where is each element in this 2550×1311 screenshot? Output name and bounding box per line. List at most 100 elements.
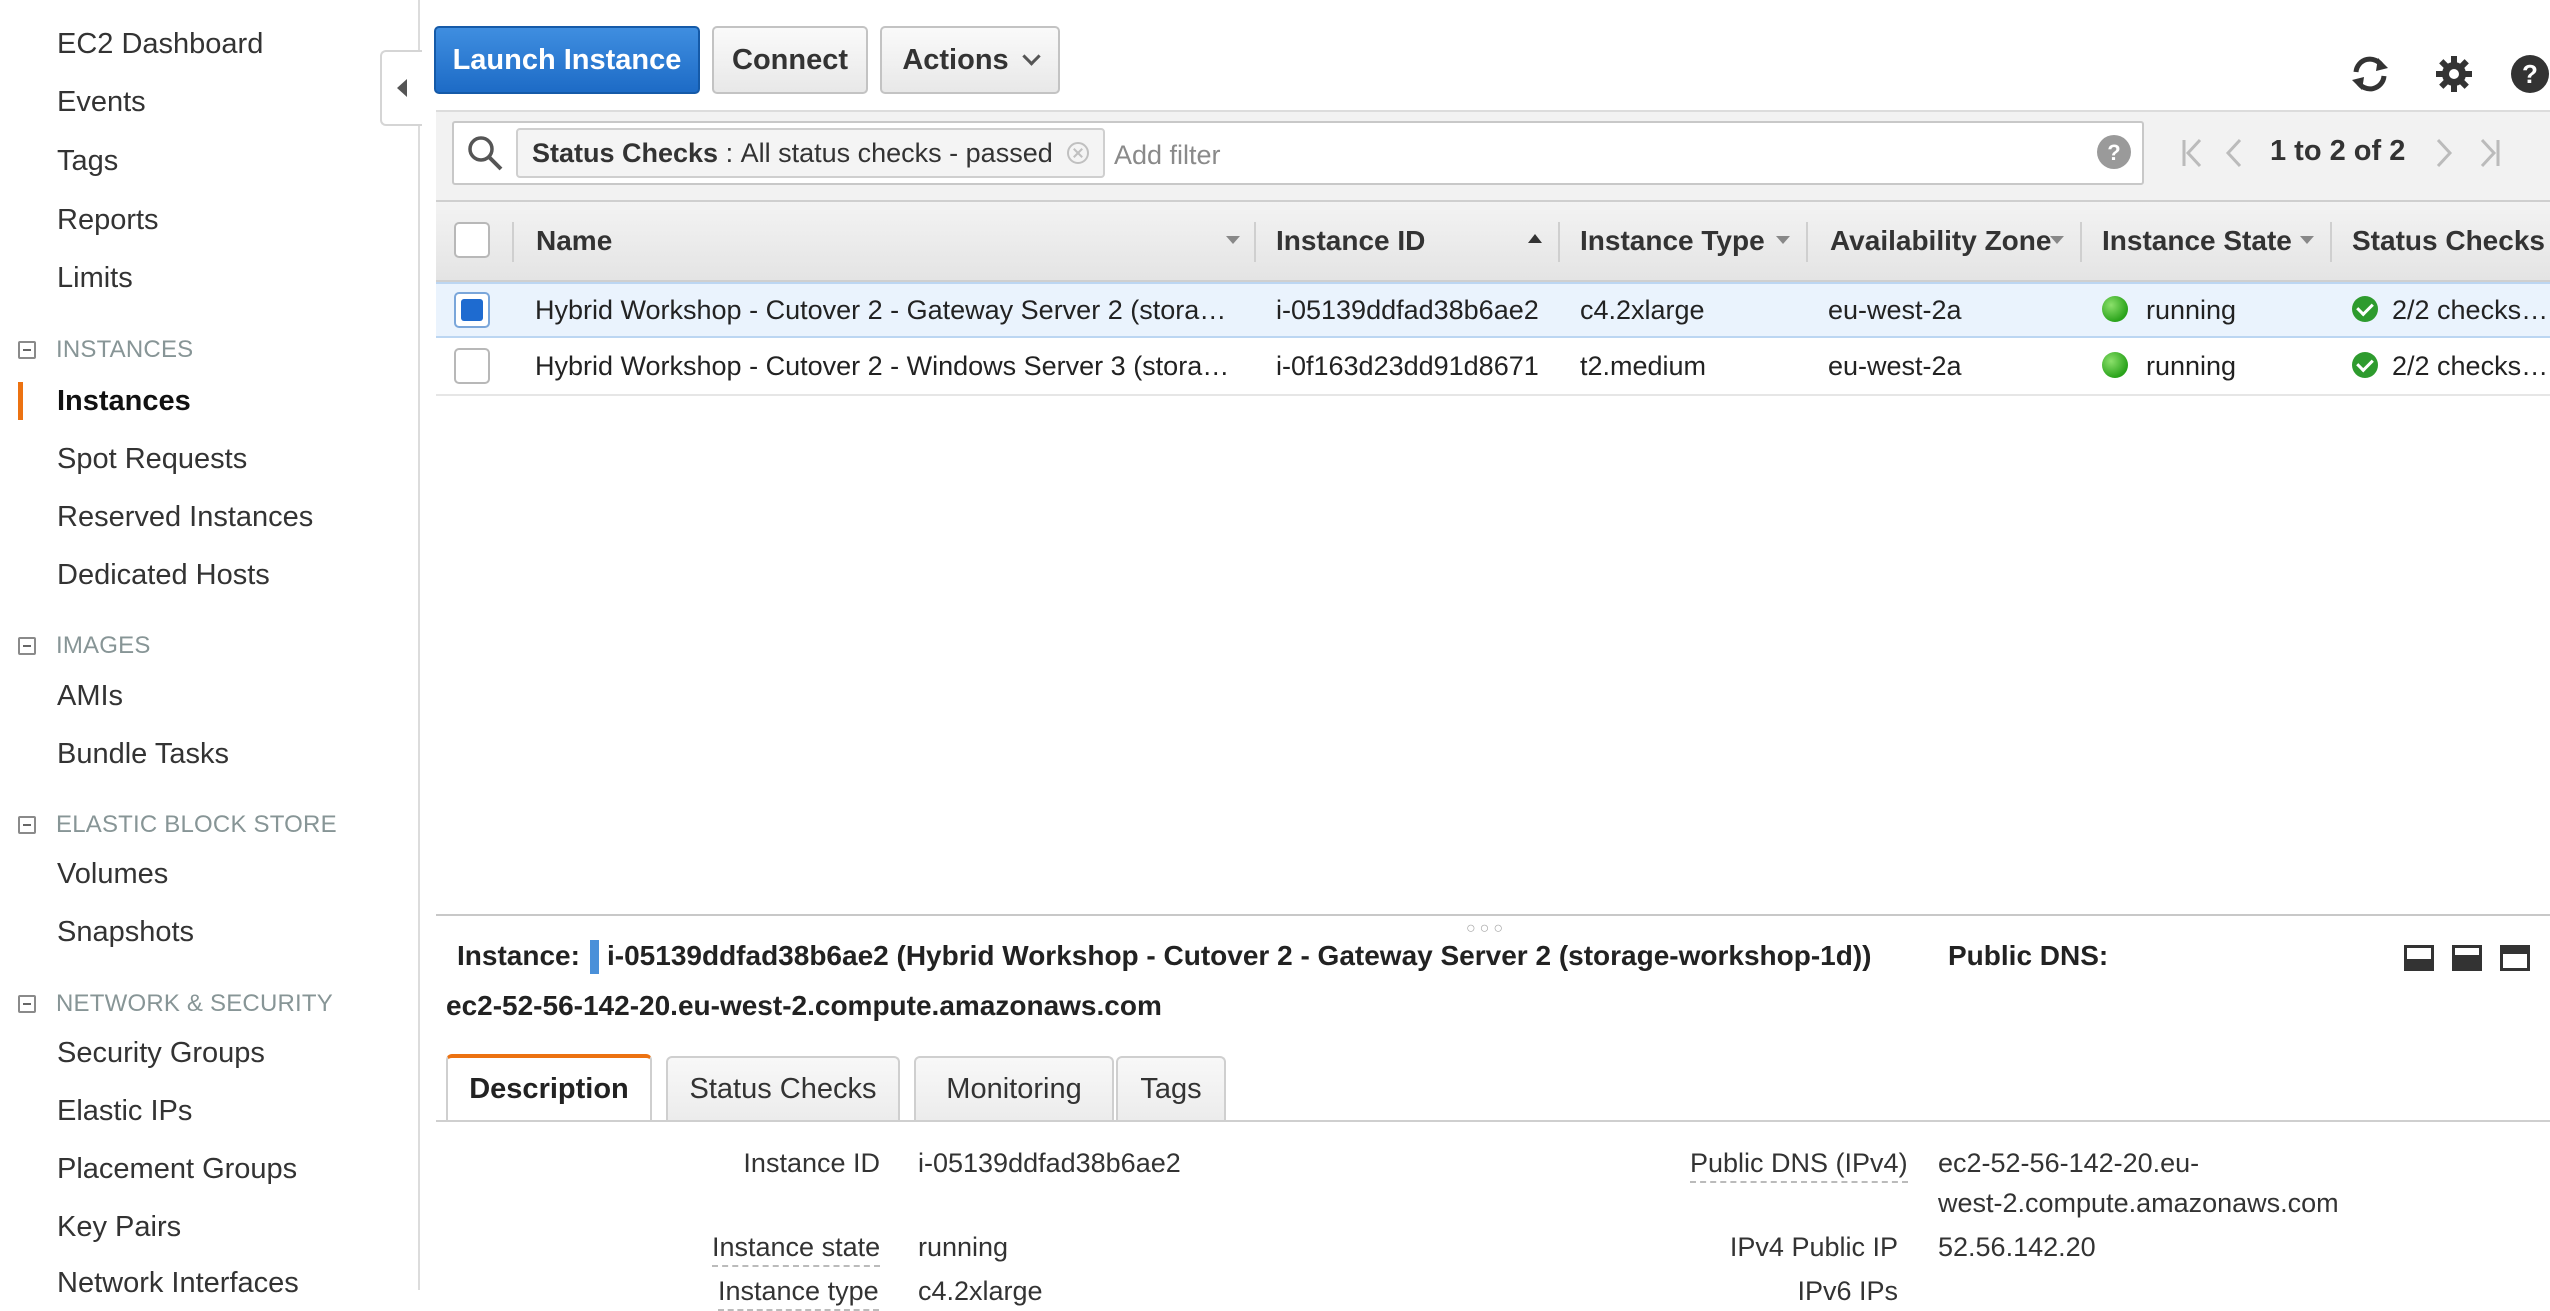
filter-token[interactable]: Status Checks : All status checks - pass…	[516, 128, 1105, 178]
section-title: INSTANCES	[56, 336, 194, 363]
gear-icon[interactable]	[2432, 52, 2476, 96]
nav-tags[interactable]: Tags	[57, 145, 118, 178]
field-value-public-dns-line2: west-2.compute.amazonaws.com	[1938, 1188, 2339, 1218]
actions-dropdown[interactable]: Actions	[880, 26, 1060, 94]
section-network-security[interactable]: NETWORK & SECURITY	[18, 990, 333, 1018]
check-passed-icon	[2352, 296, 2378, 322]
nav-limits[interactable]: Limits	[57, 262, 133, 295]
nav-elastic-ips[interactable]: Elastic IPs	[57, 1095, 192, 1128]
layout-split-icon[interactable]	[2452, 945, 2482, 971]
running-status-icon	[2102, 296, 2128, 322]
column-separator	[1558, 222, 1560, 262]
nav-ec2-dashboard[interactable]: EC2 Dashboard	[57, 28, 263, 61]
nav-security-groups[interactable]: Security Groups	[57, 1037, 265, 1070]
column-name[interactable]: Name	[536, 200, 612, 282]
field-label-ipv6-ips: IPv6 IPs	[1797, 1276, 1898, 1306]
layout-bottom-icon[interactable]	[2404, 945, 2434, 971]
nav-instances[interactable]: Instances	[57, 385, 191, 418]
remove-filter-icon[interactable]	[1066, 142, 1089, 164]
section-instances[interactable]: INSTANCES	[18, 336, 193, 364]
row-name: Hybrid Workshop - Cutover 2 - Windows Se…	[535, 351, 1235, 381]
tab-status-checks[interactable]: Status Checks	[666, 1056, 900, 1120]
collapse-icon[interactable]	[18, 341, 36, 359]
field-label-instance-id: Instance ID	[743, 1148, 880, 1178]
nav-network-interfaces[interactable]: Network Interfaces	[57, 1267, 299, 1300]
field-value-instance-state: running	[918, 1232, 1009, 1262]
section-title: ELASTIC BLOCK STORE	[56, 811, 337, 838]
section-images[interactable]: IMAGES	[18, 632, 151, 660]
field-label-public-dns[interactable]: Public DNS (IPv4)	[1690, 1148, 1908, 1183]
row-state: running	[2146, 351, 2237, 381]
filter-token-sep: :	[718, 137, 741, 168]
column-instance-id[interactable]: Instance ID	[1276, 200, 1425, 282]
field-label-instance-type[interactable]: Instance type	[718, 1276, 879, 1311]
column-instance-type[interactable]: Instance Type	[1580, 200, 1765, 282]
tab-tags[interactable]: Tags	[1116, 1056, 1226, 1120]
detail-public-dns-label: Public DNS:	[1948, 940, 2109, 971]
row-instance-type: c4.2xlarge	[1580, 295, 1705, 325]
detail-instance-summary: i-05139ddfad38b6ae2 (Hybrid Workshop - C…	[607, 940, 1872, 971]
nav-events[interactable]: Events	[57, 86, 146, 119]
row-status-checks: 2/2 checks …	[2392, 295, 2550, 325]
nav-volumes[interactable]: Volumes	[57, 858, 168, 891]
column-separator	[2330, 222, 2332, 262]
add-filter-input[interactable]	[1112, 130, 2076, 180]
filter-token-value: All status checks - passed	[740, 137, 1053, 168]
collapse-icon[interactable]	[18, 637, 36, 655]
section-title: NETWORK & SECURITY	[56, 990, 333, 1017]
nav-bundle-tasks[interactable]: Bundle Tasks	[57, 738, 229, 771]
nav-spot-requests[interactable]: Spot Requests	[57, 443, 247, 476]
tab-underline	[436, 1120, 2550, 1122]
pane-divider[interactable]	[436, 914, 2550, 916]
layout-top-icon[interactable]	[2500, 945, 2530, 971]
refresh-icon[interactable]	[2348, 52, 2392, 96]
collapse-icon[interactable]	[18, 995, 36, 1013]
sort-icon[interactable]	[1226, 236, 1240, 244]
instance-color-marker	[590, 940, 599, 974]
column-separator	[512, 222, 514, 262]
section-ebs[interactable]: ELASTIC BLOCK STORE	[18, 811, 337, 839]
nav-key-pairs[interactable]: Key Pairs	[57, 1211, 181, 1244]
nav-amis[interactable]: AMIs	[57, 680, 123, 713]
tab-description[interactable]: Description	[446, 1054, 652, 1120]
first-page-icon[interactable]	[2180, 136, 2206, 170]
row-checkbox[interactable]	[454, 292, 490, 328]
field-value-ipv4-public-ip: 52.56.142.20	[1938, 1232, 2096, 1262]
column-status-checks[interactable]: Status Checks	[2352, 200, 2545, 282]
connect-button[interactable]: Connect	[712, 26, 868, 94]
nav-placement-groups[interactable]: Placement Groups	[57, 1153, 297, 1186]
column-instance-state[interactable]: Instance State	[2102, 200, 2292, 282]
column-availability-zone[interactable]: Availability Zone	[1830, 200, 2051, 282]
help-icon[interactable]: ?	[2508, 52, 2550, 96]
filter-help-icon[interactable]: ?	[2096, 134, 2132, 170]
nav-snapshots[interactable]: Snapshots	[57, 916, 194, 949]
prev-page-icon[interactable]	[2224, 136, 2246, 170]
next-page-icon[interactable]	[2432, 136, 2454, 170]
row-status-checks: 2/2 checks …	[2392, 351, 2550, 381]
pager-text: 1 to 2 of 2	[2270, 135, 2406, 167]
select-all-checkbox[interactable]	[454, 222, 490, 258]
collapse-icon[interactable]	[18, 816, 36, 834]
nav-reports[interactable]: Reports	[57, 204, 159, 237]
check-passed-icon	[2352, 352, 2378, 378]
row-instance-id: i-0f163d23dd91d8671	[1276, 351, 1539, 381]
sort-icon[interactable]	[1776, 236, 1790, 244]
nav-reserved-instances[interactable]: Reserved Instances	[57, 501, 313, 534]
sort-asc-icon[interactable]	[1528, 234, 1542, 243]
row-name: Hybrid Workshop - Cutover 2 - Gateway Se…	[535, 295, 1235, 325]
field-value-instance-type: c4.2xlarge	[918, 1276, 1043, 1306]
last-page-icon[interactable]	[2476, 136, 2502, 170]
actions-label: Actions	[902, 43, 1009, 76]
field-label-instance-state[interactable]: Instance state	[712, 1232, 881, 1267]
tab-monitoring[interactable]: Monitoring	[914, 1056, 1114, 1120]
launch-instance-button[interactable]: Launch Instance	[434, 26, 700, 94]
row-zone: eu-west-2a	[1828, 351, 1962, 381]
search-icon	[468, 136, 503, 171]
sidebar-collapse-toggle[interactable]	[380, 50, 422, 126]
sort-icon[interactable]	[2300, 236, 2314, 244]
nav-dedicated-hosts[interactable]: Dedicated Hosts	[57, 559, 270, 592]
resize-grip-icon[interactable]: ○○○	[1466, 920, 1507, 938]
row-checkbox[interactable]	[454, 348, 490, 384]
sort-icon[interactable]	[2050, 236, 2064, 244]
column-separator	[1254, 222, 1256, 262]
